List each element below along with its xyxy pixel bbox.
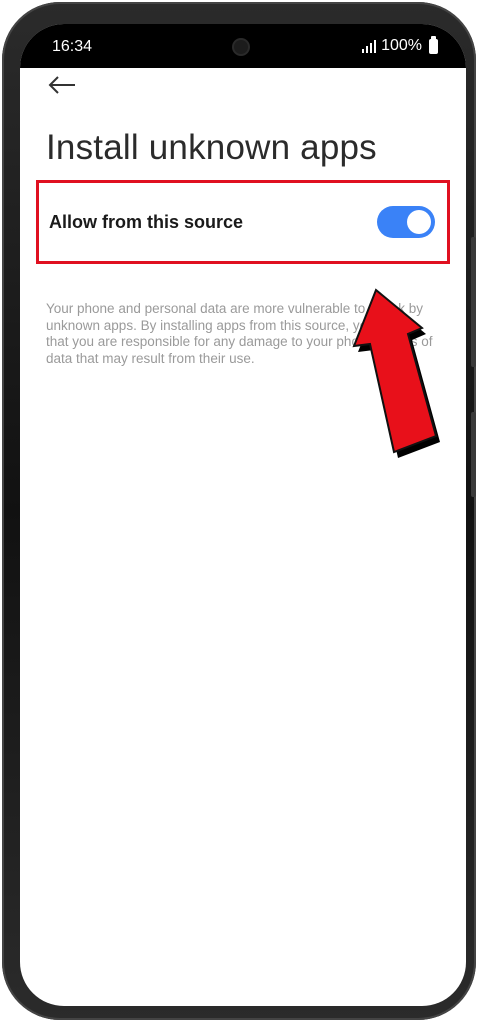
setting-label: Allow from this source xyxy=(49,211,244,232)
allow-from-source-row[interactable]: Allow from this source xyxy=(36,180,450,264)
power-button xyxy=(471,412,476,497)
status-bar: 16:34 100% xyxy=(20,24,466,68)
battery-icon xyxy=(429,35,438,54)
phone-frame: 16:34 100% Install unknown apps Allow fr… xyxy=(2,2,476,1020)
front-camera xyxy=(234,40,248,54)
battery-percent: 100% xyxy=(381,37,422,54)
red-arrow-annotation xyxy=(352,288,440,458)
arrow-left-icon xyxy=(48,76,75,94)
back-button[interactable] xyxy=(44,70,80,100)
screen: 16:34 100% Install unknown apps Allow fr… xyxy=(20,24,466,1006)
toggle-knob xyxy=(407,210,431,234)
signal-icon xyxy=(362,39,377,53)
status-time: 16:34 xyxy=(52,38,93,55)
page-title: Install unknown apps xyxy=(46,128,377,167)
volume-button xyxy=(471,237,476,367)
allow-toggle[interactable] xyxy=(377,206,435,238)
status-icons: 100% xyxy=(362,35,438,55)
